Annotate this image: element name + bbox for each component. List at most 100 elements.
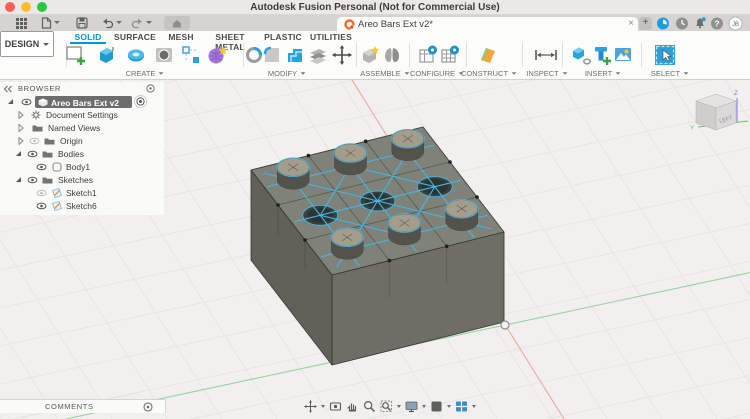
browser-row-bodies[interactable]: Bodies [0, 148, 164, 160]
redo-caret-icon[interactable] [146, 21, 152, 24]
fit-caret-icon[interactable] [397, 404, 401, 408]
comments-settings-icon[interactable] [143, 401, 153, 412]
undo-button[interactable] [100, 17, 114, 29]
browser-row-sketch6[interactable]: Sketch6 [0, 200, 164, 212]
svg-text:JB: JB [732, 22, 739, 28]
revolve-button[interactable] [124, 42, 148, 68]
browser-row-named-views[interactable]: Named Views [0, 122, 164, 134]
visibility-eye-icon[interactable] [27, 150, 38, 158]
new-tab-button[interactable]: + [639, 17, 652, 30]
split-body-button[interactable] [306, 42, 330, 68]
folder-icon [32, 125, 43, 132]
select-button[interactable] [653, 42, 677, 68]
tab-mesh[interactable]: MESH [166, 32, 196, 42]
visibility-eye-icon[interactable] [27, 176, 38, 184]
workspace-selector[interactable]: DESIGN [0, 31, 54, 57]
component-cube-icon [38, 98, 48, 107]
grid-and-snaps-button[interactable] [429, 400, 444, 413]
comments-label: COMMENTS [45, 402, 94, 411]
joint-button[interactable] [380, 42, 404, 68]
look-at-button[interactable] [328, 400, 343, 413]
model-body[interactable] [250, 126, 505, 366]
close-tab-icon[interactable]: × [625, 18, 637, 29]
redo-button[interactable] [130, 17, 144, 29]
construction-plane-button[interactable] [476, 42, 500, 68]
extrude-button[interactable] [94, 42, 118, 68]
group-create[interactable]: CREATE [115, 68, 175, 78]
canvas-button[interactable] [611, 42, 635, 68]
orbit-caret-icon[interactable] [321, 404, 325, 408]
save-button[interactable] [75, 17, 89, 29]
group-insert[interactable]: INSERT [573, 68, 633, 78]
activate-component-radio[interactable] [134, 95, 147, 108]
tab-utilities[interactable]: UTILITIES [310, 32, 352, 42]
file-menu-icon[interactable] [39, 17, 53, 29]
body-icon [52, 162, 62, 172]
collapsed-arrow-icon[interactable] [18, 111, 24, 119]
move-button[interactable] [330, 42, 354, 68]
zoom-button[interactable] [362, 400, 377, 413]
configuration-table-button[interactable] [438, 42, 462, 68]
expand-arrow-icon[interactable] [16, 177, 21, 182]
viewports-caret-icon[interactable] [472, 404, 476, 408]
insert-derive-button[interactable] [568, 42, 592, 68]
undo-caret-icon[interactable] [116, 21, 122, 24]
browser-filter-icon[interactable] [146, 84, 155, 93]
hole-button[interactable] [152, 42, 176, 68]
visibility-eye-icon[interactable] [36, 163, 47, 171]
viewports-button[interactable] [454, 400, 469, 413]
tab-bar: Areo Bars Ext v2* × + ? JB [0, 15, 750, 31]
document-tab[interactable]: Areo Bars Ext v2* × [337, 17, 638, 31]
job-status-icon[interactable] [656, 16, 670, 30]
notifications-bell-icon[interactable] [693, 16, 707, 30]
y-axis-label: Y [690, 125, 695, 132]
help-icon[interactable]: ? [710, 16, 724, 30]
browser-row-sketch1[interactable]: Sketch1 [0, 187, 164, 199]
tab-sheet-metal[interactable]: SHEET METAL [202, 32, 258, 52]
create-sketch-button[interactable] [63, 42, 87, 68]
visibility-eye-off-icon[interactable] [29, 137, 40, 145]
tab-solid[interactable]: SOLID [70, 32, 106, 42]
browser-row-component[interactable]: Areo Bars Ext v2 [0, 95, 164, 108]
collapsed-arrow-icon[interactable] [18, 137, 24, 145]
home-view-button[interactable] [164, 16, 190, 30]
recent-data-icon[interactable] [675, 16, 689, 30]
browser-row-document-settings[interactable]: Document Settings [0, 109, 164, 121]
expand-arrow-icon[interactable] [8, 99, 13, 104]
display-settings-caret-icon[interactable] [422, 404, 426, 408]
inspect-caret-icon [562, 71, 568, 75]
profile-avatar[interactable]: JB [728, 16, 743, 31]
fit-button[interactable] [379, 400, 394, 413]
tab-plastic[interactable]: PLASTIC [262, 32, 304, 42]
new-component-button[interactable] [358, 42, 382, 68]
display-settings-button[interactable] [404, 400, 419, 413]
comments-bar[interactable]: COMMENTS [0, 399, 166, 413]
browser-row-body1[interactable]: Body1 [0, 161, 164, 173]
group-select[interactable]: SELECT [640, 68, 700, 78]
visibility-eye-off-icon[interactable] [36, 189, 47, 197]
collapse-panel-icon[interactable] [3, 85, 13, 93]
visibility-eye-icon[interactable] [21, 98, 32, 106]
tab-surface[interactable]: SURFACE [112, 32, 158, 42]
origin-point[interactable] [500, 320, 510, 330]
group-construct[interactable]: CONSTRUCT [454, 68, 524, 78]
group-inspect[interactable]: INSPECT [517, 68, 577, 78]
shell-button[interactable] [283, 42, 307, 68]
orbit-button[interactable] [303, 399, 318, 413]
file-menu-caret-icon[interactable] [54, 21, 60, 24]
form-button[interactable] [205, 42, 229, 68]
pan-button[interactable] [345, 400, 360, 413]
visibility-eye-icon[interactable] [36, 202, 47, 210]
collapsed-arrow-icon[interactable] [18, 124, 24, 132]
measure-button[interactable] [533, 42, 557, 68]
expand-arrow-icon[interactable] [16, 151, 21, 156]
group-modify[interactable]: MODIFY [257, 68, 317, 78]
grid-and-snaps-caret-icon[interactable] [447, 404, 451, 408]
configuration-button[interactable] [416, 42, 440, 68]
folder-icon [42, 151, 53, 158]
browser-row-sketches[interactable]: Sketches [0, 174, 164, 186]
pattern-button[interactable] [179, 42, 203, 68]
browser-row-origin[interactable]: Origin [0, 135, 164, 147]
fillet-button[interactable] [260, 42, 284, 68]
app-grid-icon[interactable] [14, 17, 28, 29]
